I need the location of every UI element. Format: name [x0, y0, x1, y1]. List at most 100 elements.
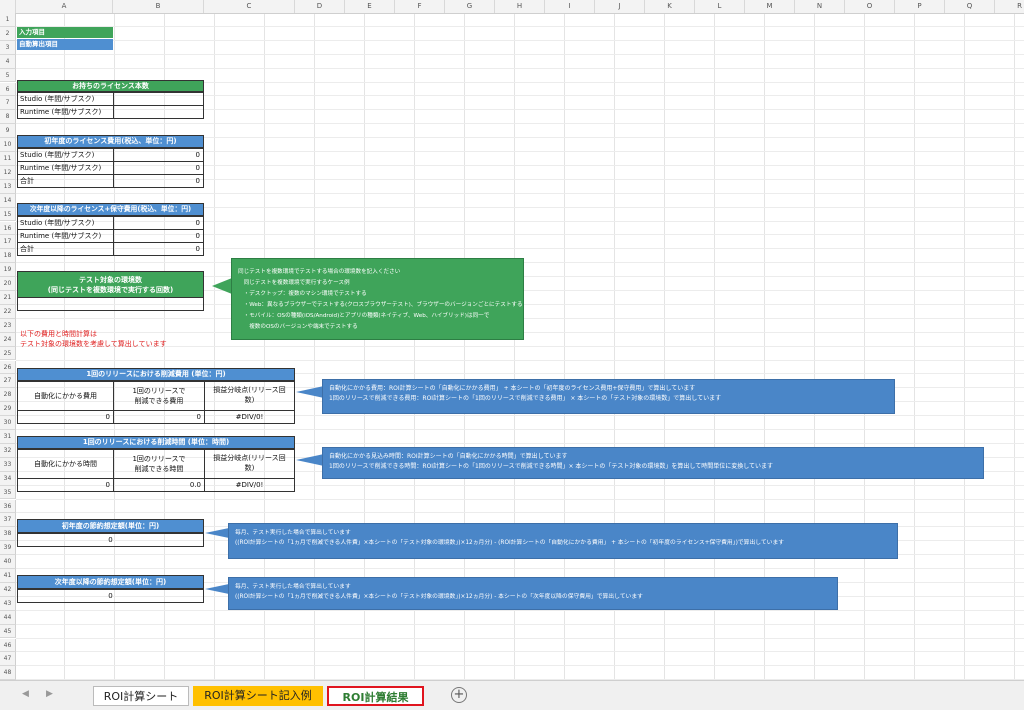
- row-header-24[interactable]: 24: [0, 332, 16, 347]
- release-time-value-1[interactable]: 0: [17, 478, 114, 492]
- row-header-28[interactable]: 28: [0, 388, 16, 403]
- first-year-studio-value[interactable]: 0: [113, 148, 204, 162]
- row-header-9[interactable]: 9: [0, 124, 16, 139]
- release-time-note-line: 自動化にかかる見込み時間：ROI計算シートの「自動化にかかる時間」で算出していま…: [329, 453, 568, 460]
- release-cost-note-pointer: [296, 386, 324, 398]
- column-header-c[interactable]: C: [204, 0, 295, 13]
- column-header-g[interactable]: G: [445, 0, 495, 13]
- row-header-40[interactable]: 40: [0, 555, 16, 569]
- row-header-23[interactable]: 23: [0, 318, 16, 333]
- column-header-a[interactable]: A: [16, 0, 113, 13]
- spreadsheet-area[interactable]: ABCDEFGHIJKLMNOPQRSTU 123456789101112131…: [0, 0, 1024, 680]
- row-header-12[interactable]: 12: [0, 165, 16, 180]
- tab-roi-result[interactable]: ROI計算結果: [327, 686, 424, 706]
- column-header-b[interactable]: B: [113, 0, 204, 13]
- select-all-corner[interactable]: [0, 0, 16, 13]
- row-header-32[interactable]: 32: [0, 443, 16, 458]
- env-input[interactable]: [17, 297, 204, 311]
- row-header-41[interactable]: 41: [0, 569, 16, 583]
- column-header-h[interactable]: H: [495, 0, 545, 13]
- row-gridline: [16, 651, 1024, 653]
- license-studio-input[interactable]: [113, 92, 204, 106]
- column-header-p[interactable]: P: [895, 0, 945, 13]
- row-header-33[interactable]: 33: [0, 457, 16, 472]
- row-header-39[interactable]: 39: [0, 541, 16, 556]
- row-gridline: [16, 568, 1024, 569]
- row-header-13[interactable]: 13: [0, 179, 16, 194]
- release-cost-value-1[interactable]: 0: [17, 410, 114, 424]
- row-header-37[interactable]: 37: [0, 513, 16, 528]
- row-header-22[interactable]: 22: [0, 304, 16, 319]
- column-header-l[interactable]: L: [695, 0, 745, 13]
- next-saving-note-line: 毎月、テスト実行した場合で算出しています: [235, 584, 351, 590]
- row-header-35[interactable]: 35: [0, 485, 16, 500]
- row-header-16[interactable]: 16: [0, 221, 16, 236]
- release-time-value-2[interactable]: 0.0: [113, 478, 205, 492]
- row-header-17[interactable]: 17: [0, 235, 16, 250]
- row-header-36[interactable]: 36: [0, 499, 16, 514]
- row-header-15[interactable]: 15: [0, 207, 16, 222]
- add-sheet-icon[interactable]: +: [451, 687, 467, 703]
- row-header-6[interactable]: 6: [0, 82, 16, 97]
- column-header-i[interactable]: I: [545, 0, 595, 13]
- release-time-value-3[interactable]: #DIV/0!: [204, 478, 295, 492]
- column-header-j[interactable]: J: [595, 0, 645, 13]
- row-header-42[interactable]: 42: [0, 582, 16, 597]
- row-header-44[interactable]: 44: [0, 610, 16, 625]
- row-header-1[interactable]: 1: [0, 13, 16, 27]
- row-header-48[interactable]: 48: [0, 666, 16, 680]
- next-year-total-value[interactable]: 0: [113, 242, 204, 256]
- next-saving-value[interactable]: 0: [17, 589, 204, 603]
- row-header-7[interactable]: 7: [0, 96, 16, 111]
- row-header-30[interactable]: 30: [0, 416, 16, 430]
- row-header-14[interactable]: 14: [0, 193, 16, 208]
- column-header-o[interactable]: O: [845, 0, 895, 13]
- row-header-10[interactable]: 10: [0, 138, 16, 152]
- legend-input: 入力項目: [17, 27, 113, 38]
- row-header-11[interactable]: 11: [0, 152, 16, 166]
- column-header-r[interactable]: R: [995, 0, 1024, 13]
- release-cost-value-2[interactable]: 0: [113, 410, 205, 424]
- first-year-total-value[interactable]: 0: [113, 174, 204, 188]
- row-header-4[interactable]: 4: [0, 54, 16, 69]
- row-header-8[interactable]: 8: [0, 110, 16, 125]
- first-year-runtime-value[interactable]: 0: [113, 161, 204, 175]
- column-header-n[interactable]: N: [795, 0, 845, 13]
- row-header-20[interactable]: 20: [0, 277, 16, 291]
- license-runtime-input[interactable]: [113, 105, 204, 119]
- row-header-26[interactable]: 26: [0, 360, 16, 375]
- row-header-25[interactable]: 25: [0, 346, 16, 361]
- row-header-27[interactable]: 27: [0, 374, 16, 389]
- row-header-3[interactable]: 3: [0, 40, 16, 55]
- column-headers[interactable]: ABCDEFGHIJKLMNOPQRSTU: [0, 0, 1024, 14]
- column-header-m[interactable]: M: [745, 0, 795, 13]
- column-header-k[interactable]: K: [645, 0, 695, 13]
- row-header-5[interactable]: 5: [0, 68, 16, 83]
- next-year-runtime-value[interactable]: 0: [113, 229, 204, 243]
- tab-roi-example[interactable]: ROI計算シート記入例: [193, 686, 323, 706]
- row-header-19[interactable]: 19: [0, 263, 16, 278]
- next-year-studio-value[interactable]: 0: [113, 216, 204, 230]
- row-header-18[interactable]: 18: [0, 249, 16, 264]
- row-header-29[interactable]: 29: [0, 402, 16, 417]
- column-header-d[interactable]: D: [295, 0, 345, 13]
- row-header-46[interactable]: 46: [0, 638, 16, 653]
- row-header-38[interactable]: 38: [0, 527, 16, 542]
- row-header-34[interactable]: 34: [0, 471, 16, 486]
- row-header-43[interactable]: 43: [0, 596, 16, 611]
- release-cost-header-3: 損益分岐点(リリース回 数): [204, 381, 295, 411]
- row-header-21[interactable]: 21: [0, 291, 16, 305]
- release-cost-value-3[interactable]: #DIV/0!: [204, 410, 295, 424]
- column-header-f[interactable]: F: [395, 0, 445, 13]
- row-header-47[interactable]: 47: [0, 652, 16, 667]
- prev-sheet-icon[interactable]: ◀: [22, 689, 29, 699]
- column-header-e[interactable]: E: [345, 0, 395, 13]
- release-cost-header-2a: 1回のリリースで: [132, 387, 186, 395]
- next-sheet-icon[interactable]: ▶: [46, 689, 53, 699]
- first-saving-value[interactable]: 0: [17, 533, 204, 547]
- row-header-31[interactable]: 31: [0, 430, 16, 444]
- column-header-q[interactable]: Q: [945, 0, 995, 13]
- tab-roi-sheet[interactable]: ROI計算シート: [93, 686, 189, 706]
- row-header-45[interactable]: 45: [0, 624, 16, 639]
- row-header-2[interactable]: 2: [0, 26, 16, 41]
